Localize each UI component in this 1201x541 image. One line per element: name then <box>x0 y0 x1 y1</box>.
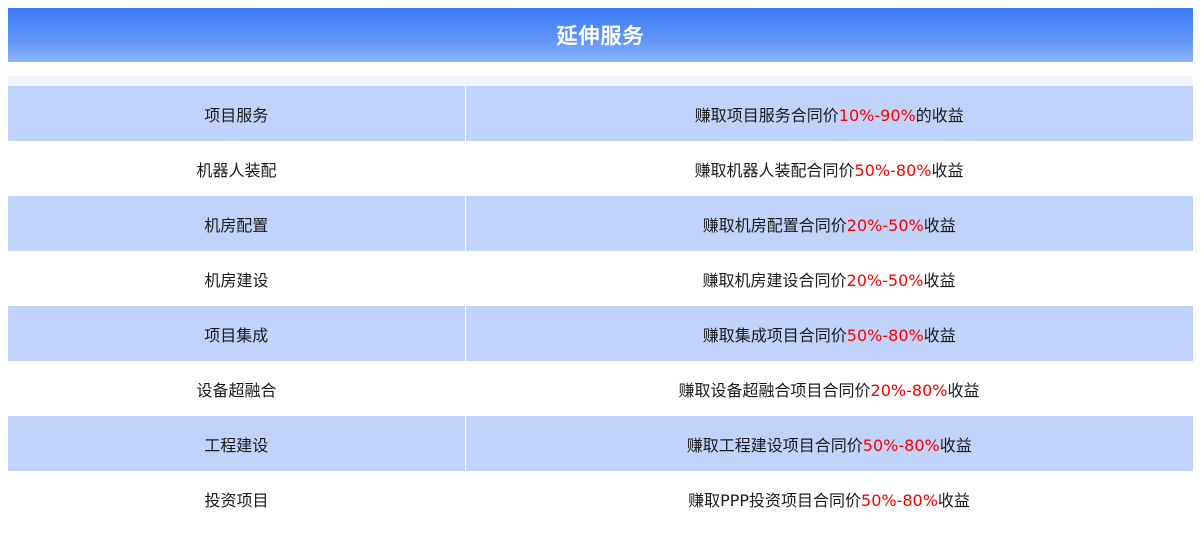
service-name: 机器人装配 <box>196 160 277 180</box>
description-suffix: 收益 <box>939 435 972 455</box>
service-description: 赚取机房建设合同价20%-50%收益 <box>465 251 1193 306</box>
service-name: 设备超融合 <box>196 380 277 400</box>
description-suffix: 收益 <box>923 215 956 235</box>
service-description: 赚取工程建设项目合同价50%-80%收益 <box>465 416 1193 471</box>
service-description: 赚取机房配置合同价20%-50%收益 <box>465 196 1193 251</box>
profit-range: 50%-80% <box>862 435 940 455</box>
service-description: 赚取集成项目合同价50%-80%收益 <box>465 306 1193 361</box>
description-text: 赚取机器人装配合同价 <box>694 160 855 180</box>
table-top-band <box>8 76 1193 86</box>
description-suffix: 收益 <box>923 325 956 345</box>
description-text: 赚取PPP投资项目合同价 <box>688 490 862 510</box>
service-name: 项目服务 <box>8 86 466 141</box>
description-suffix: 收益 <box>931 160 964 180</box>
service-description: 赚取设备超融合项目合同价20%-80%收益 <box>465 361 1193 416</box>
profit-range: 20%-80% <box>870 380 948 400</box>
service-description: 赚取PPP投资项目合同价50%-80%收益 <box>465 471 1193 526</box>
table-row: 项目集成 赚取集成项目合同价50%-80%收益 <box>8 306 1193 361</box>
description-text: 赚取机房配置合同价 <box>702 215 847 235</box>
table-row: 机器人装配 赚取机器人装配合同价50%-80%收益 <box>8 141 1193 196</box>
service-description: 赚取项目服务合同价10%-90%的收益 <box>465 86 1193 141</box>
description-text: 赚取机房建设合同价 <box>702 270 847 290</box>
profit-range: 20%-50% <box>846 270 924 290</box>
service-table: 项目服务 赚取项目服务合同价10%-90%的收益 机器人装配 赚取机器人装配合同价50… <box>8 86 1193 526</box>
profit-range: 10%-90% <box>838 105 916 125</box>
description-text: 赚取项目服务合同价 <box>694 105 839 125</box>
service-name: 机房建设 <box>204 270 269 290</box>
service-name: 工程建设 <box>8 416 466 471</box>
service-name: 项目集成 <box>8 306 466 361</box>
description-suffix: 收益 <box>937 490 970 510</box>
table-row: 设备超融合 赚取设备超融合项目合同价20%-80%收益 <box>8 361 1193 416</box>
service-name: 机房配置 <box>8 196 466 251</box>
service-name: 投资项目 <box>204 490 269 510</box>
description-suffix: 的收益 <box>915 105 964 125</box>
table-row: 工程建设 赚取工程建设项目合同价50%-80%收益 <box>8 416 1193 471</box>
header-gap <box>8 62 1193 76</box>
service-description: 赚取机器人装配合同价50%-80%收益 <box>465 141 1193 196</box>
profit-range: 50%-80% <box>846 325 924 345</box>
description-suffix: 收益 <box>923 270 956 290</box>
table-row: 投资项目 赚取PPP投资项目合同价50%-80%收益 <box>8 471 1193 526</box>
description-suffix: 收益 <box>947 380 980 400</box>
panel-header: 延伸服务 <box>8 8 1193 62</box>
service-panel: 延伸服务 项目服务 赚取项目服务合同价10%-90%的收益 机器人装配 赚取机器人装配… <box>8 8 1193 526</box>
table-row: 机房配置 赚取机房配置合同价20%-50%收益 <box>8 196 1193 251</box>
description-text: 赚取设备超融合项目合同价 <box>678 380 871 400</box>
panel-title: 延伸服务 <box>556 24 645 48</box>
profit-range: 20%-50% <box>846 215 924 235</box>
profit-range: 50%-80% <box>854 160 932 180</box>
table-row: 项目服务 赚取项目服务合同价10%-90%的收益 <box>8 86 1193 141</box>
description-text: 赚取集成项目合同价 <box>702 325 847 345</box>
table-row: 机房建设 赚取机房建设合同价20%-50%收益 <box>8 251 1193 306</box>
description-text: 赚取工程建设项目合同价 <box>686 435 863 455</box>
profit-range: 50%-80% <box>861 490 938 510</box>
